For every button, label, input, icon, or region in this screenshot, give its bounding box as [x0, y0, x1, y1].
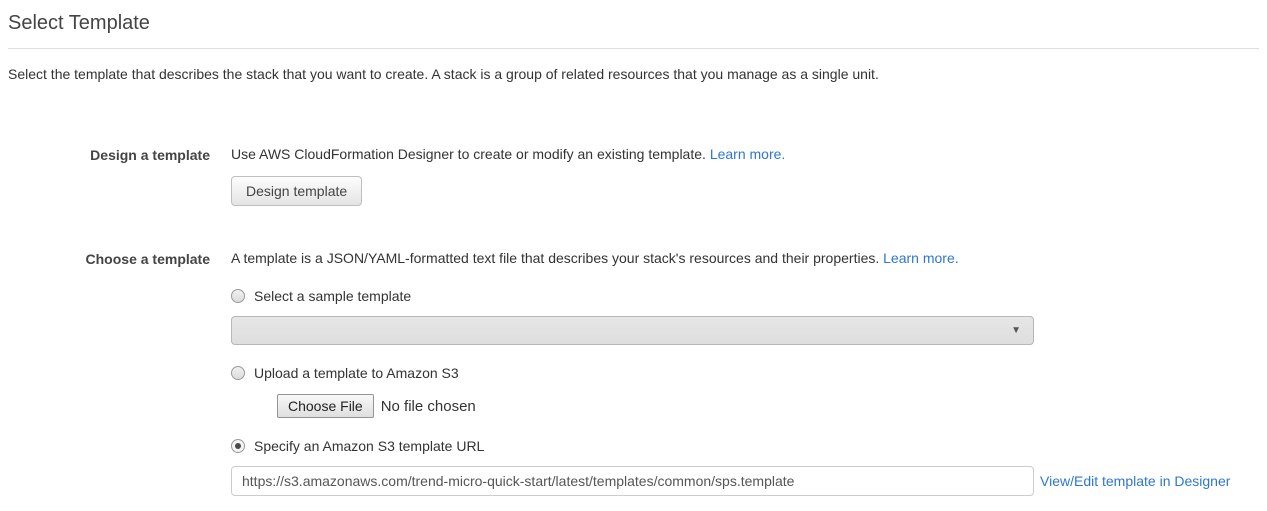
radio-button-icon[interactable] [231, 366, 245, 380]
design-template-row: Design a template Use AWS CloudFormation… [8, 146, 1259, 206]
page-description: Select the template that describes the s… [8, 66, 1259, 82]
file-upload-row: Choose File No file chosen [277, 394, 1259, 418]
page-title: Select Template [8, 0, 1259, 35]
choose-learn-more-link[interactable]: Learn more. [883, 250, 958, 266]
title-divider [8, 48, 1259, 49]
choose-template-row: Choose a template A template is a JSON/Y… [8, 250, 1259, 496]
radio-option-label: Select a sample template [254, 288, 411, 304]
template-url-row: View/Edit template in Designer [231, 466, 1259, 496]
template-url-input[interactable] [231, 466, 1034, 496]
design-template-button[interactable]: Design template [231, 176, 362, 206]
design-template-label: Design a template [8, 146, 210, 206]
select-template-form: Design a template Use AWS CloudFormation… [8, 146, 1259, 496]
select-template-page: Select Template Select the template that… [0, 0, 1267, 496]
choose-template-label: Choose a template [8, 250, 210, 496]
design-learn-more-link[interactable]: Learn more. [710, 146, 785, 162]
radio-button-icon[interactable] [231, 289, 245, 303]
view-edit-designer-link[interactable]: View/Edit template in Designer [1040, 473, 1230, 489]
choose-template-description: A template is a JSON/YAML-formatted text… [231, 250, 883, 266]
file-status-text: No file chosen [381, 398, 476, 415]
sample-template-select[interactable]: ▼ [231, 316, 1034, 345]
chevron-down-icon: ▼ [1011, 326, 1021, 336]
radio-option-label: Specify an Amazon S3 template URL [254, 438, 484, 454]
radio-option-specify-url[interactable]: Specify an Amazon S3 template URL [231, 438, 1259, 454]
radio-option-upload-template[interactable]: Upload a template to Amazon S3 [231, 365, 1259, 381]
radio-option-label: Upload a template to Amazon S3 [254, 365, 459, 381]
radio-option-sample-template[interactable]: Select a sample template [231, 288, 1259, 304]
choose-file-button[interactable]: Choose File [277, 394, 374, 418]
radio-button-icon[interactable] [231, 439, 245, 453]
design-template-description: Use AWS CloudFormation Designer to creat… [231, 146, 710, 162]
